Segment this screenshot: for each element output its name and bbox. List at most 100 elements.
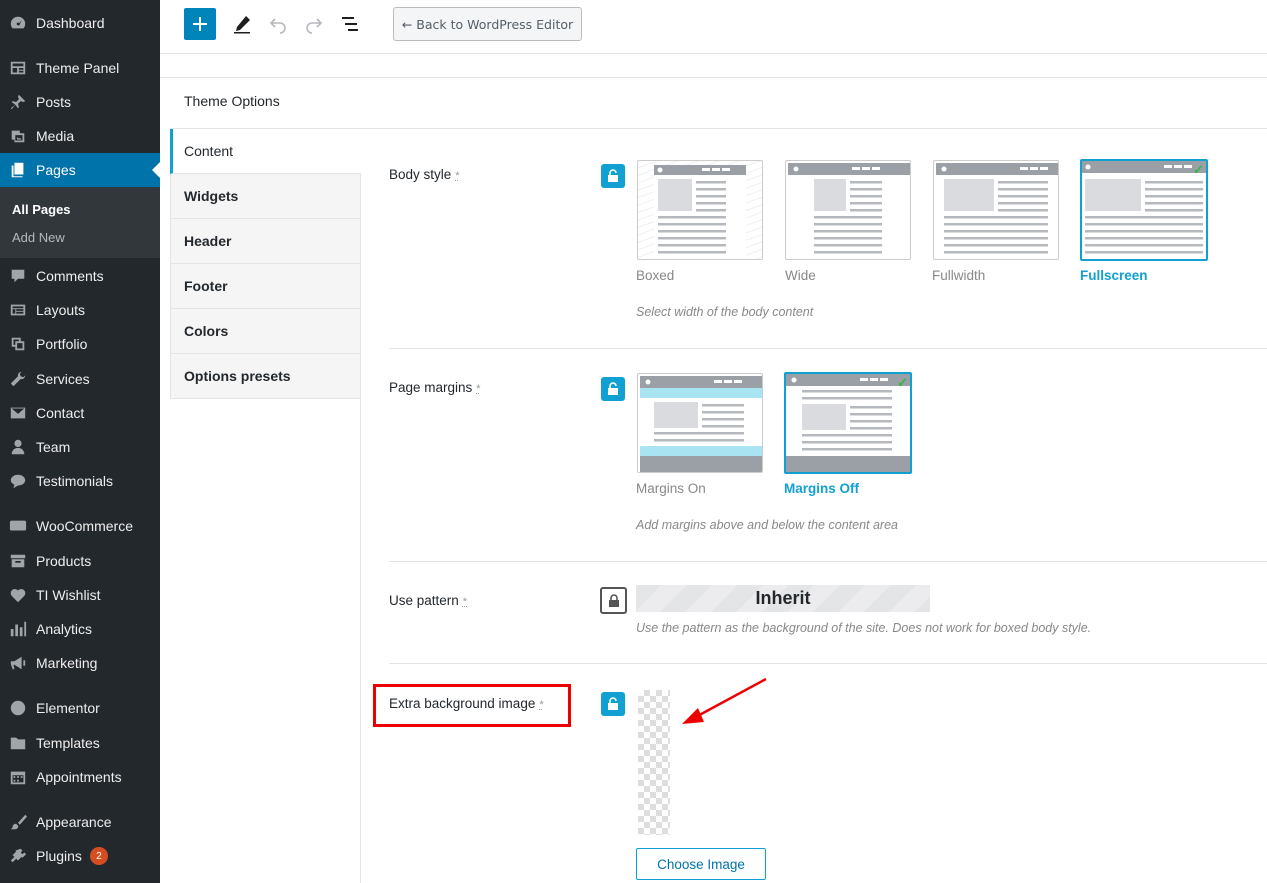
sidebar-item-services[interactable]: Services	[0, 362, 160, 396]
body-style-wide-thumb[interactable]	[785, 160, 911, 260]
label-text: Page margins	[389, 380, 473, 395]
undo-button[interactable]	[266, 12, 290, 36]
sidebar-item-label: Products	[36, 553, 92, 569]
pencil-icon	[234, 16, 250, 34]
sidebar-item-posts[interactable]: Posts	[0, 85, 160, 119]
sidebar-item-label: TI Wishlist	[36, 587, 101, 603]
comment-icon	[9, 267, 27, 285]
sidebar-item-label: Testimonials	[36, 473, 114, 489]
tab-content[interactable]: Content	[170, 129, 361, 174]
page-margins-lock-toggle[interactable]	[601, 377, 625, 401]
sidebar-item-comments[interactable]: Comments	[0, 259, 160, 293]
sidebar-item-pages[interactable]: Pages	[0, 153, 160, 187]
heart-icon	[9, 586, 27, 604]
use-pattern-label: Use pattern *	[389, 593, 467, 608]
sidebar-item-elementor[interactable]: Elementor	[0, 691, 160, 725]
sidebar-item-label: Appearance	[36, 814, 112, 830]
divider	[389, 348, 1267, 349]
lock-icon	[608, 593, 619, 607]
megaphone-icon	[9, 654, 27, 672]
pin-icon	[9, 93, 27, 111]
unlock-icon	[608, 382, 618, 395]
sidebar-item-label: Media	[36, 128, 75, 144]
undo-icon	[269, 18, 286, 34]
label-text: Use pattern	[389, 593, 459, 608]
redo-icon	[306, 18, 323, 34]
sidebar-item-marketing[interactable]: Marketing	[0, 646, 160, 680]
edit-tool-button[interactable]	[230, 12, 254, 36]
sidebar-item-label: Posts	[36, 94, 72, 110]
bar-chart-icon	[9, 620, 27, 638]
pattern-select[interactable]: Inherit	[636, 585, 930, 612]
choose-image-button[interactable]: Choose Image	[636, 848, 766, 880]
sidebar-item-woocommerce[interactable]: WooCommerce	[0, 509, 160, 543]
redo-button[interactable]	[302, 12, 326, 36]
sidebar-item-analytics[interactable]: Analytics	[0, 612, 160, 646]
sidebar-item-appearance[interactable]: Appearance	[0, 805, 160, 839]
sidebar-item-appointments[interactable]: Appointments	[0, 760, 160, 794]
submenu-add-new[interactable]: Add New	[12, 230, 65, 245]
pattern-value: Inherit	[755, 588, 811, 608]
body-style-boxed-thumb[interactable]	[637, 160, 763, 260]
annotation-arrow-icon	[682, 677, 767, 724]
sidebar-item-label: Appointments	[36, 769, 122, 785]
divider	[389, 663, 1267, 664]
body-style-fullscreen-thumb[interactable]: ✓	[1080, 159, 1208, 261]
folder-icon	[9, 734, 27, 752]
dashboard-icon	[9, 14, 27, 32]
plus-icon	[193, 17, 207, 31]
add-block-button[interactable]	[184, 8, 216, 40]
tab-header[interactable]: Header	[170, 219, 360, 264]
sidebar-item-portfolio[interactable]: Portfolio	[0, 327, 160, 361]
sidebar-item-contact[interactable]: Contact	[0, 396, 160, 430]
sidebar-item-plugins[interactable]: Plugins 2	[0, 839, 160, 873]
body-style-fullscreen-label: Fullscreen	[1080, 268, 1148, 283]
sidebar-item-label: Marketing	[36, 655, 98, 671]
theme-panel-icon	[9, 59, 27, 77]
woo-icon	[9, 517, 27, 535]
sidebar-item-products[interactable]: Products	[0, 544, 160, 578]
list-outline-icon	[342, 17, 358, 31]
sidebar-item-media[interactable]: Media	[0, 119, 160, 153]
wide-layout-preview	[788, 163, 910, 254]
sidebar-item-dashboard[interactable]: Dashboard	[0, 6, 160, 40]
sidebar-item-testimonials[interactable]: Testimonials	[0, 464, 160, 498]
tab-colors[interactable]: Colors	[170, 309, 360, 354]
sidebar-item-theme-panel[interactable]: Theme Panel	[0, 51, 160, 85]
sidebar-item-layouts[interactable]: Layouts	[0, 293, 160, 327]
body-style-boxed-label: Boxed	[636, 268, 675, 283]
tab-footer[interactable]: Footer	[170, 264, 360, 309]
required-mark: *	[462, 596, 468, 608]
body-style-fullwidth-thumb[interactable]	[933, 160, 1059, 260]
annotation-highlight-box	[373, 684, 571, 727]
extra-bg-lock-toggle[interactable]	[601, 692, 625, 716]
sidebar-item-templates[interactable]: Templates	[0, 726, 160, 760]
back-to-wordpress-editor-button[interactable]: ← Back to WordPress Editor	[393, 7, 582, 41]
portfolio-icon	[9, 335, 27, 353]
sidebar-item-ti-wishlist[interactable]: TI Wishlist	[0, 578, 160, 612]
pages-submenu: All Pages Add New	[0, 187, 160, 258]
sidebar-item-label: Plugins	[36, 848, 82, 864]
sidebar-item-label: Templates	[36, 735, 100, 751]
margins-on-label: Margins On	[636, 481, 706, 496]
unlock-icon	[608, 169, 618, 182]
sidebar-item-label: Pages	[36, 162, 76, 178]
submenu-all-pages[interactable]: All Pages	[12, 202, 71, 217]
sidebar-item-label: WooCommerce	[36, 518, 133, 534]
brush-icon	[9, 813, 27, 831]
sidebar-item-team[interactable]: Team	[0, 430, 160, 464]
use-pattern-lock-toggle[interactable]	[600, 587, 627, 614]
label-text: Body style	[389, 167, 452, 182]
outline-button[interactable]	[338, 12, 362, 36]
sidebar-item-label: Team	[36, 439, 71, 455]
page-margins-description: Add margins above and below the content …	[636, 518, 898, 532]
margins-on-thumb[interactable]	[637, 373, 763, 473]
tab-options-presets[interactable]: Options presets	[170, 354, 360, 399]
margins-off-thumb[interactable]: ✓	[784, 372, 912, 474]
update-count-badge: 2	[89, 847, 108, 865]
body-style-description: Select width of the body content	[636, 305, 814, 319]
body-style-lock-toggle[interactable]	[601, 164, 625, 188]
tab-widgets[interactable]: Widgets	[170, 174, 360, 219]
checkmark-icon: ✓	[1193, 162, 1204, 177]
checkmark-icon: ✓	[897, 375, 908, 390]
